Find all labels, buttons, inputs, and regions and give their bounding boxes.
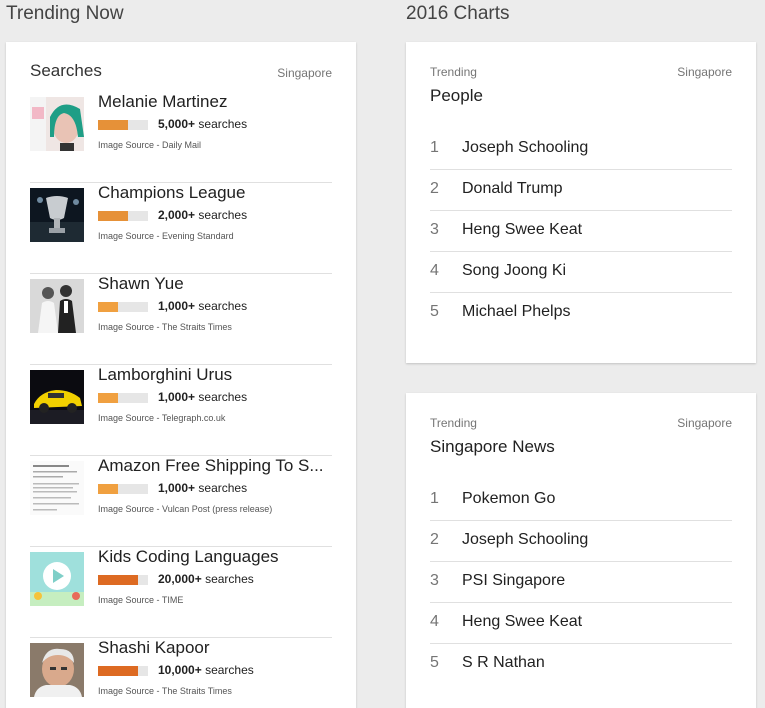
rank-item[interactable]: 3 PSI Singapore <box>430 562 732 603</box>
searches-title: Searches <box>30 61 102 80</box>
search-item-shashi-kapoor[interactable]: Shashi Kapoor 10,000+ searches Image Sou… <box>30 638 332 708</box>
search-volume-bar <box>98 484 148 494</box>
search-count: 5,000+ searches <box>158 117 248 131</box>
rank-item[interactable]: 5 S R Nathan <box>430 644 732 685</box>
rank-name[interactable]: Joseph Schooling <box>462 139 588 157</box>
rank-name[interactable]: Donald Trump <box>462 180 563 198</box>
rank-item[interactable]: 3 Heng Swee Keat <box>430 211 732 252</box>
image-source[interactable]: Image Source - Daily Mail <box>98 140 201 150</box>
charts-2016-heading: 2016 Charts <box>406 3 510 24</box>
rank-name[interactable]: Heng Swee Keat <box>462 613 582 631</box>
search-item-name[interactable]: Shawn Yue <box>98 274 332 294</box>
car-thumbnail[interactable] <box>30 370 84 424</box>
people-region[interactable]: Singapore <box>677 65 732 79</box>
rank-name[interactable]: S R Nathan <box>462 654 545 672</box>
news-rank-list: 1 Pokemon Go 2 Joseph Schooling 3 PSI Singa… <box>430 480 732 685</box>
search-item-shawn-yue[interactable]: Shawn Yue 1,000+ searches Image Source -… <box>30 274 332 365</box>
search-volume-bar-fill <box>98 666 138 676</box>
search-item-champions-league[interactable]: Champions League 2,000+ searches Image S… <box>30 183 332 274</box>
search-item-name[interactable]: Lamborghini Urus <box>98 365 332 385</box>
news-chart-title[interactable]: Singapore News <box>430 437 555 457</box>
searches-card: Searches Singapore Melanie Martinez 5,00… <box>6 42 356 708</box>
rank-item[interactable]: 1 Joseph Schooling <box>430 129 732 170</box>
search-item-amazon-free-shipping[interactable]: Amazon Free Shipping To S... 1,000+ sear… <box>30 456 332 547</box>
searches-region[interactable]: Singapore <box>277 66 332 80</box>
search-count: 1,000+ searches <box>158 390 248 404</box>
rank-number: 3 <box>430 572 439 589</box>
search-item-name[interactable]: Shashi Kapoor <box>98 638 332 658</box>
image-source[interactable]: Image Source - Telegraph.co.uk <box>98 413 225 423</box>
search-volume-bar-fill <box>98 120 128 130</box>
rank-name[interactable]: Michael Phelps <box>462 303 571 321</box>
image-source[interactable]: Image Source - Vulcan Post (press releas… <box>98 504 272 514</box>
search-volume-bar-fill <box>98 302 118 312</box>
trending-label: Trending <box>430 416 477 430</box>
search-list: Melanie Martinez 5,000+ searches Image S… <box>30 92 332 708</box>
rank-item[interactable]: 2 Joseph Schooling <box>430 521 732 562</box>
play-illustration-thumbnail[interactable] <box>30 552 84 606</box>
rank-item[interactable]: 4 Song Joong Ki <box>430 252 732 293</box>
rank-number: 3 <box>430 221 439 238</box>
search-volume-bar-fill <box>98 484 118 494</box>
search-item-lamborghini-urus[interactable]: Lamborghini Urus 1,000+ searches Image S… <box>30 365 332 456</box>
search-volume-bar <box>98 302 148 312</box>
search-volume-bar <box>98 575 148 585</box>
search-volume-bar <box>98 666 148 676</box>
man-thumbnail[interactable] <box>30 643 84 697</box>
rank-item[interactable]: 1 Pokemon Go <box>430 480 732 521</box>
rank-number: 1 <box>430 139 439 156</box>
image-source[interactable]: Image Source - Evening Standard <box>98 231 234 241</box>
search-count: 1,000+ searches <box>158 481 248 495</box>
rank-name[interactable]: Heng Swee Keat <box>462 221 582 239</box>
search-count: 1,000+ searches <box>158 299 248 313</box>
search-count: 2,000+ searches <box>158 208 248 222</box>
people-chart-card: Trending Singapore People 1 Joseph School… <box>406 42 756 363</box>
rank-number: 5 <box>430 654 439 671</box>
trending-label: Trending <box>430 65 477 79</box>
search-volume-bar-fill <box>98 575 138 585</box>
news-region[interactable]: Singapore <box>677 416 732 430</box>
search-count: 10,000+ searches <box>158 663 254 677</box>
rank-name[interactable]: PSI Singapore <box>462 572 565 590</box>
news-chart-card: Trending Singapore Singapore News 1 Pokem… <box>406 393 756 708</box>
rank-number: 2 <box>430 531 439 548</box>
search-volume-bar <box>98 393 148 403</box>
trophy-thumbnail[interactable] <box>30 188 84 242</box>
image-source[interactable]: Image Source - The Straits Times <box>98 322 232 332</box>
trending-now-heading: Trending Now <box>6 3 124 24</box>
rank-item[interactable]: 2 Donald Trump <box>430 170 732 211</box>
search-item-name[interactable]: Amazon Free Shipping To S... <box>98 456 332 476</box>
document-thumbnail[interactable] <box>30 461 84 515</box>
search-item-name[interactable]: Melanie Martinez <box>98 92 332 112</box>
rank-name[interactable]: Joseph Schooling <box>462 531 588 549</box>
search-item-name[interactable]: Kids Coding Languages <box>98 547 332 567</box>
search-item-kids-coding-languages[interactable]: Kids Coding Languages 20,000+ searches I… <box>30 547 332 638</box>
rank-name[interactable]: Pokemon Go <box>462 490 555 508</box>
search-item-name[interactable]: Champions League <box>98 183 332 203</box>
rank-number: 4 <box>430 262 439 279</box>
image-source[interactable]: Image Source - TIME <box>98 595 183 605</box>
rank-number: 1 <box>430 490 439 507</box>
search-count: 20,000+ searches <box>158 572 254 586</box>
rank-number: 2 <box>430 180 439 197</box>
rank-number: 5 <box>430 303 439 320</box>
search-volume-bar-fill <box>98 393 118 403</box>
search-volume-bar <box>98 211 148 221</box>
rank-item[interactable]: 4 Heng Swee Keat <box>430 603 732 644</box>
rank-item[interactable]: 5 Michael Phelps <box>430 293 732 334</box>
wedding-thumbnail[interactable] <box>30 279 84 333</box>
people-chart-title[interactable]: People <box>430 86 483 106</box>
people-rank-list: 1 Joseph Schooling 2 Donald Trump 3 Heng Sw… <box>430 129 732 334</box>
search-item-melanie-martinez[interactable]: Melanie Martinez 5,000+ searches Image S… <box>30 92 332 183</box>
search-volume-bar <box>98 120 148 130</box>
portrait-thumbnail[interactable] <box>30 97 84 151</box>
rank-number: 4 <box>430 613 439 630</box>
search-volume-bar-fill <box>98 211 128 221</box>
rank-name[interactable]: Song Joong Ki <box>462 262 566 280</box>
image-source[interactable]: Image Source - The Straits Times <box>98 686 232 696</box>
